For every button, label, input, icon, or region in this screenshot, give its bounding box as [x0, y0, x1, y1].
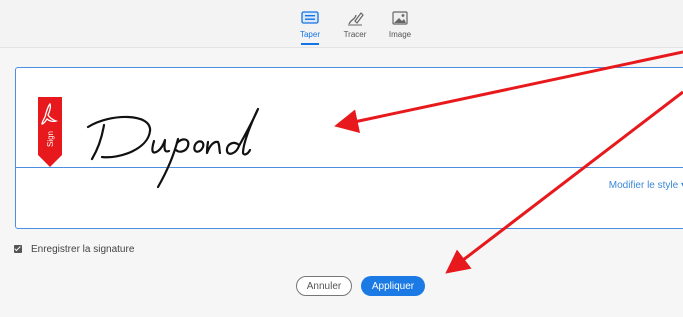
active-tab-indicator — [301, 43, 319, 45]
pen-draw-icon — [348, 12, 364, 26]
badge-label: Sign — [46, 131, 55, 147]
adobe-sign-badge: Sign — [38, 97, 62, 167]
tab-label: Image — [388, 30, 412, 39]
keyboard-icon — [301, 11, 319, 24]
apply-button[interactable]: Appliquer — [361, 276, 425, 296]
save-signature-label: Enregistrer la signature — [31, 244, 135, 255]
tab-taper[interactable]: Taper — [290, 10, 330, 45]
save-signature-row[interactable]: Enregistrer la signature — [14, 244, 134, 255]
mode-toolbar: Taper Tracer Image — [0, 0, 683, 48]
save-signature-checkbox[interactable] — [14, 245, 22, 254]
tab-tracer[interactable]: Tracer — [335, 10, 375, 39]
modify-style-link[interactable]: Modifier le style ▾ — [609, 180, 683, 191]
cancel-button[interactable]: Annuler — [296, 276, 352, 296]
signature-handwriting — [86, 107, 260, 189]
tab-label: Taper — [299, 30, 320, 39]
signature-preview: Dupond — [80, 95, 320, 195]
image-icon — [392, 11, 408, 25]
tab-image[interactable]: Image — [380, 10, 420, 39]
tab-label: Tracer — [343, 30, 367, 39]
